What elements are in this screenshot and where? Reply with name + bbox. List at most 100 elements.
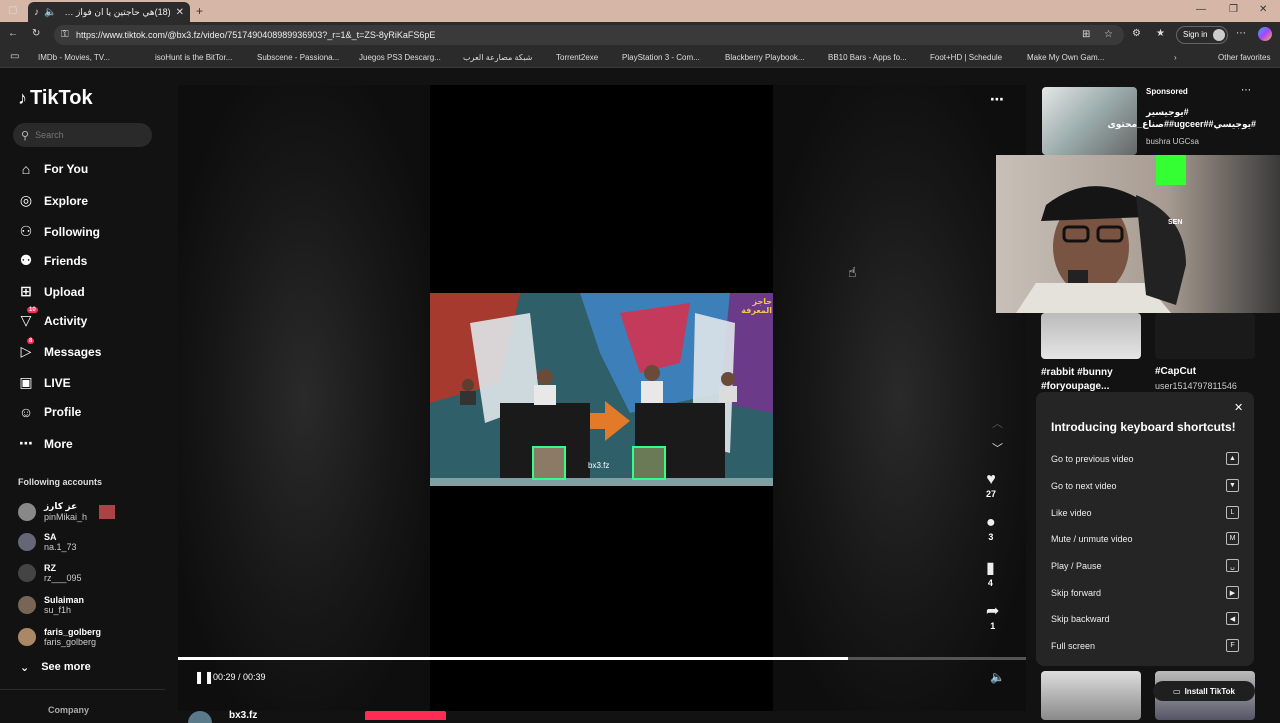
- share-arrow-icon: ➦: [986, 603, 1000, 620]
- url-field[interactable]: ⚿ https://www.tiktok.com/@bx3.fz/video/7…: [54, 25, 1124, 45]
- video-player[interactable]: حاجز المعرفة bx3.fz ⋯ ︿ ﹀ ♥ 27 ● 3 ▮ 4 ➦ 1 ❚…: [178, 85, 1026, 711]
- other-favorites[interactable]: Other favorites: [1218, 53, 1270, 62]
- speaker-icon[interactable]: 🔈: [44, 7, 56, 18]
- close-tab-icon[interactable]: ✕: [176, 7, 184, 18]
- reading-list-icon[interactable]: ▭: [10, 51, 19, 62]
- nav-for-you[interactable]: ⌂ For You: [18, 161, 88, 177]
- sign-in-button[interactable]: Sign in: [1176, 26, 1228, 44]
- capcut-video-thumbnail[interactable]: [1155, 313, 1255, 359]
- account-name: RZ: [44, 563, 56, 573]
- bookmark-subscene[interactable]: Subscene - Passiona...: [257, 53, 339, 62]
- live-icon: ▣: [19, 374, 33, 390]
- site-info-icon[interactable]: ⚿: [61, 25, 69, 45]
- shortcut-row: Full screen F: [1051, 639, 1239, 652]
- shortcut-row: Go to next video ▼: [1051, 479, 1239, 492]
- bookmark-torrent2exe[interactable]: Torrent2exe: [556, 53, 598, 62]
- favorites-icon[interactable]: ★: [1156, 28, 1165, 39]
- key-up-icon: ▲: [1226, 452, 1239, 465]
- window-menu-icon[interactable]: ▢: [8, 5, 17, 16]
- close-icon[interactable]: ✕: [1234, 401, 1243, 414]
- bookmark-isohunt[interactable]: isoHunt is the BitTor...: [155, 53, 232, 62]
- browser-tab[interactable]: ♪ 🔈 (18)هي حاجتين يا ان فواز مشا ✕: [28, 2, 190, 22]
- account-item[interactable]: RZ rz___095: [18, 563, 82, 583]
- nav-profile[interactable]: ☺ Profile: [18, 404, 82, 420]
- next-video-icon[interactable]: ﹀: [992, 440, 1003, 456]
- author-avatar[interactable]: [188, 711, 212, 723]
- comment-button[interactable]: ● 3: [986, 514, 996, 542]
- nav-upload[interactable]: ⊞ Upload: [18, 283, 85, 300]
- reload-icon[interactable]: ↻: [32, 28, 40, 39]
- ad-more-icon[interactable]: ⋯: [1241, 85, 1251, 96]
- bookmark-juegos[interactable]: Juegos PS3 Descarg...: [359, 53, 441, 62]
- following-accounts-header: Following accounts: [18, 477, 103, 487]
- progress-fill: [178, 657, 848, 660]
- install-tiktok-button[interactable]: ▭ Install TikTok: [1153, 681, 1255, 701]
- back-icon[interactable]: ←: [8, 28, 18, 39]
- search-input[interactable]: [35, 130, 136, 140]
- avatar: [18, 628, 36, 646]
- bookmark-arab-wrestling[interactable]: شبكة مصارعة العرب: [463, 53, 532, 62]
- nav-following[interactable]: ⚇ Following: [18, 223, 100, 240]
- account-item[interactable]: عز كارز pinMikai_h: [18, 501, 116, 522]
- extension-icon[interactable]: ⚙: [1132, 28, 1141, 39]
- minimize-icon[interactable]: —: [1196, 4, 1206, 15]
- bookmark-blackberry[interactable]: Blackberry Playbook...: [725, 53, 805, 62]
- nav-label: Profile: [44, 405, 82, 419]
- volume-icon[interactable]: 🔈: [990, 670, 1005, 684]
- bookmark-playstation[interactable]: PlayStation 3 - Com...: [622, 53, 700, 62]
- shortcut-label: Full screen: [1051, 640, 1096, 651]
- tiktok-logo[interactable]: ♪ TikTok: [18, 87, 93, 110]
- ad-author[interactable]: bushra UGCsa: [1146, 137, 1199, 146]
- account-item[interactable]: faris_golberg faris_golberg: [18, 627, 101, 647]
- pause-icon[interactable]: ❚❚: [194, 670, 214, 684]
- scene-logo-text: حاجز المعرفة: [741, 297, 772, 315]
- nav-more[interactable]: ⋯ More: [18, 435, 73, 452]
- previous-video-icon[interactable]: ︿: [992, 415, 1003, 431]
- tiktok-favicon-icon: ♪: [34, 6, 39, 18]
- bookmark-foothd[interactable]: Foot+HD | Schedule: [930, 53, 1002, 62]
- nav-messages[interactable]: ▷ 8 Messages: [18, 338, 101, 360]
- capcut-caption[interactable]: #CapCut: [1155, 366, 1196, 377]
- video-thumbnail[interactable]: [1041, 671, 1141, 720]
- account-handle: rz___095: [44, 573, 82, 583]
- close-window-icon[interactable]: ✕: [1259, 4, 1267, 15]
- author-name[interactable]: bx3.fz: [229, 710, 257, 721]
- company-link[interactable]: Company: [48, 705, 89, 715]
- plus-box-icon: ⊞: [20, 283, 32, 299]
- bookmark-imdb[interactable]: IMDb - Movies, TV...: [38, 53, 110, 62]
- progress-track[interactable]: [178, 657, 1026, 660]
- like-button[interactable]: ♥ 27: [986, 471, 996, 499]
- capcut-user[interactable]: user1514797811546: [1155, 381, 1237, 391]
- favorite-star-icon[interactable]: ☆: [1104, 25, 1113, 45]
- follow-button[interactable]: [365, 711, 446, 720]
- key-f-icon: F: [1226, 639, 1239, 652]
- copilot-icon[interactable]: [1258, 27, 1272, 41]
- account-name: عز كارز: [44, 501, 78, 511]
- search-box[interactable]: ⚲: [13, 123, 152, 147]
- browser-more-icon[interactable]: ⋯: [1236, 28, 1246, 39]
- save-button[interactable]: ▮ 4: [986, 558, 995, 588]
- save-count: 4: [987, 578, 993, 588]
- apps-icon[interactable]: ⊞: [1082, 25, 1090, 45]
- share-button[interactable]: ➦ 1: [986, 601, 999, 631]
- maximize-icon[interactable]: ❐: [1229, 4, 1238, 15]
- nav-activity[interactable]: ▽ 10 Activity: [18, 307, 87, 329]
- nav-live[interactable]: ▣ LIVE: [18, 374, 70, 391]
- rabbit-caption[interactable]: #rabbit #bunny #foryoupage...: [1041, 366, 1141, 394]
- rabbit-video-thumbnail[interactable]: [1041, 313, 1141, 359]
- ad-title[interactable]: #يوجيسير #يوجيسي##ugceer##صناع_محتوى: [1107, 106, 1256, 130]
- scene-illustration: [430, 293, 773, 486]
- chevron-right-icon[interactable]: ›: [1174, 53, 1177, 62]
- bookmark-bb10[interactable]: BB10 Bars - Apps fo...: [828, 53, 907, 62]
- see-more-button[interactable]: ⌄ See more: [20, 661, 91, 674]
- nav-friends[interactable]: ⚉ Friends: [18, 252, 88, 269]
- see-more-label: See more: [41, 661, 91, 673]
- account-item[interactable]: SA na.1_73: [18, 532, 77, 552]
- new-tab-icon[interactable]: +: [196, 4, 203, 18]
- video-more-icon[interactable]: ⋯: [990, 91, 1004, 108]
- nav-explore[interactable]: ◎ Explore: [18, 192, 88, 209]
- account-item[interactable]: Sulaiman su_f1h: [18, 595, 84, 615]
- bookmark-game[interactable]: Make My Own Gam...: [1027, 53, 1104, 62]
- webcam-person-illustration: [1016, 155, 1186, 313]
- bookmark-icon: ▮: [986, 560, 995, 577]
